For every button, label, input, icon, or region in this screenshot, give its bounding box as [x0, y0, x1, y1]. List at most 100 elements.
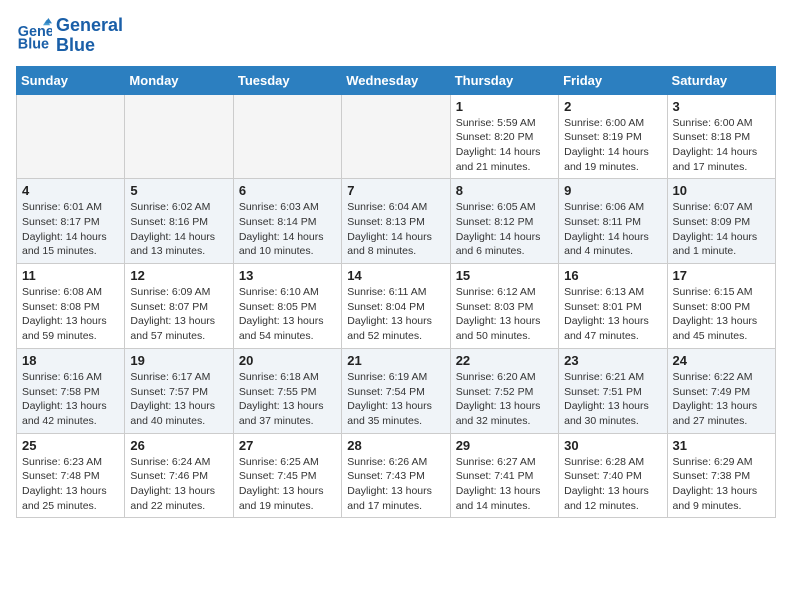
day-info: Sunrise: 6:15 AMSunset: 8:00 PMDaylight:… — [673, 285, 770, 344]
calendar-cell: 1Sunrise: 5:59 AMSunset: 8:20 PMDaylight… — [450, 94, 558, 179]
day-info: Sunrise: 6:19 AMSunset: 7:54 PMDaylight:… — [347, 370, 444, 429]
day-number: 30 — [564, 438, 661, 453]
calendar-cell: 25Sunrise: 6:23 AMSunset: 7:48 PMDayligh… — [17, 433, 125, 518]
day-number: 14 — [347, 268, 444, 283]
calendar-cell: 2Sunrise: 6:00 AMSunset: 8:19 PMDaylight… — [559, 94, 667, 179]
calendar-cell: 22 Sunrise: 6:20 AMSunset: 7:52 PMDayligh… — [450, 348, 558, 433]
day-number: 4 — [22, 183, 119, 198]
calendar-cell: 24Sunrise: 6:22 AMSunset: 7:49 PMDayligh… — [667, 348, 775, 433]
calendar-cell: 10 Sunrise: 6:07 AMSunset: 8:09 PMDayligh… — [667, 179, 775, 264]
day-number: 8 — [456, 183, 553, 198]
day-number: 9 — [564, 183, 661, 198]
day-info: Sunrise: 6:09 AMSunset: 8:07 PMDaylight:… — [130, 285, 227, 344]
day-number: 18 — [22, 353, 119, 368]
day-info: Sunrise: 6:27 AMSunset: 7:41 PMDaylight:… — [456, 455, 553, 514]
day-number: 13 — [239, 268, 336, 283]
header: General Blue General Blue — [16, 16, 776, 56]
day-info: Sunrise: 6:03 AMSunset: 8:14 PMDaylight:… — [239, 200, 336, 259]
day-info: Sunrise: 6:07 AMSunset: 8:09 PMDaylight:… — [673, 200, 770, 259]
calendar-week-row: 4 Sunrise: 6:01 AMSunset: 8:17 PMDaylight… — [17, 179, 776, 264]
day-number: 10 — [673, 183, 770, 198]
calendar-cell: 4 Sunrise: 6:01 AMSunset: 8:17 PMDaylight… — [17, 179, 125, 264]
calendar-cell: 29 Sunrise: 6:27 AMSunset: 7:41 PMDayligh… — [450, 433, 558, 518]
calendar-cell — [342, 94, 450, 179]
day-info: Sunrise: 6:05 AMSunset: 8:12 PMDaylight:… — [456, 200, 553, 259]
day-info: Sunrise: 6:00 AMSunset: 8:18 PMDaylight:… — [673, 116, 770, 175]
day-number: 12 — [130, 268, 227, 283]
calendar-cell: 11 Sunrise: 6:08 AMSunset: 8:08 PMDayligh… — [17, 264, 125, 349]
day-info: Sunrise: 6:29 AMSunset: 7:38 PMDaylight:… — [673, 455, 770, 514]
day-number: 29 — [456, 438, 553, 453]
logo-wordmark: General Blue — [56, 16, 123, 56]
day-number: 31 — [673, 438, 770, 453]
day-info: Sunrise: 6:13 AMSunset: 8:01 PMDaylight:… — [564, 285, 661, 344]
calendar-cell: 13Sunrise: 6:10 AMSunset: 8:05 PMDayligh… — [233, 264, 341, 349]
calendar-header-thursday: Thursday — [450, 66, 558, 94]
calendar-week-row: 11 Sunrise: 6:08 AMSunset: 8:08 PMDayligh… — [17, 264, 776, 349]
calendar-cell: 19 Sunrise: 6:17 AMSunset: 7:57 PMDayligh… — [125, 348, 233, 433]
day-number: 11 — [22, 268, 119, 283]
day-number: 23 — [564, 353, 661, 368]
calendar-cell: 31 Sunrise: 6:29 AMSunset: 7:38 PMDayligh… — [667, 433, 775, 518]
calendar-header-row: SundayMondayTuesdayWednesdayThursdayFrid… — [17, 66, 776, 94]
day-number: 6 — [239, 183, 336, 198]
calendar-header-wednesday: Wednesday — [342, 66, 450, 94]
calendar-cell: 6 Sunrise: 6:03 AMSunset: 8:14 PMDaylight… — [233, 179, 341, 264]
day-info: Sunrise: 6:04 AMSunset: 8:13 PMDaylight:… — [347, 200, 444, 259]
calendar-cell — [233, 94, 341, 179]
calendar-week-row: 25Sunrise: 6:23 AMSunset: 7:48 PMDayligh… — [17, 433, 776, 518]
calendar-cell: 17Sunrise: 6:15 AMSunset: 8:00 PMDayligh… — [667, 264, 775, 349]
day-info: Sunrise: 6:25 AMSunset: 7:45 PMDaylight:… — [239, 455, 336, 514]
calendar-header-friday: Friday — [559, 66, 667, 94]
calendar-cell: 26Sunrise: 6:24 AMSunset: 7:46 PMDayligh… — [125, 433, 233, 518]
calendar-cell — [125, 94, 233, 179]
logo-icon: General Blue — [16, 18, 52, 54]
day-number: 20 — [239, 353, 336, 368]
calendar-cell: 27 Sunrise: 6:25 AMSunset: 7:45 PMDayligh… — [233, 433, 341, 518]
calendar-cell — [17, 94, 125, 179]
day-info: Sunrise: 6:01 AMSunset: 8:17 PMDaylight:… — [22, 200, 119, 259]
day-number: 22 — [456, 353, 553, 368]
calendar-cell: 7 Sunrise: 6:04 AMSunset: 8:13 PMDaylight… — [342, 179, 450, 264]
day-info: Sunrise: 6:16 AMSunset: 7:58 PMDaylight:… — [22, 370, 119, 429]
day-info: Sunrise: 6:21 AMSunset: 7:51 PMDaylight:… — [564, 370, 661, 429]
calendar-week-row: 1Sunrise: 5:59 AMSunset: 8:20 PMDaylight… — [17, 94, 776, 179]
calendar-cell: 18 Sunrise: 6:16 AMSunset: 7:58 PMDayligh… — [17, 348, 125, 433]
calendar-cell: 30 Sunrise: 6:28 AMSunset: 7:40 PMDayligh… — [559, 433, 667, 518]
day-info: Sunrise: 6:08 AMSunset: 8:08 PMDaylight:… — [22, 285, 119, 344]
day-number: 3 — [673, 99, 770, 114]
day-info: Sunrise: 6:00 AMSunset: 8:19 PMDaylight:… — [564, 116, 661, 175]
day-number: 19 — [130, 353, 227, 368]
day-info: Sunrise: 6:20 AMSunset: 7:52 PMDaylight:… — [456, 370, 553, 429]
day-number: 27 — [239, 438, 336, 453]
day-info: Sunrise: 6:02 AMSunset: 8:16 PMDaylight:… — [130, 200, 227, 259]
day-number: 16 — [564, 268, 661, 283]
calendar-cell: 21 Sunrise: 6:19 AMSunset: 7:54 PMDayligh… — [342, 348, 450, 433]
day-info: Sunrise: 6:06 AMSunset: 8:11 PMDaylight:… — [564, 200, 661, 259]
day-number: 5 — [130, 183, 227, 198]
calendar-table: SundayMondayTuesdayWednesdayThursdayFrid… — [16, 66, 776, 519]
day-info: Sunrise: 6:26 AMSunset: 7:43 PMDaylight:… — [347, 455, 444, 514]
calendar-cell: 15Sunrise: 6:12 AMSunset: 8:03 PMDayligh… — [450, 264, 558, 349]
calendar-header-saturday: Saturday — [667, 66, 775, 94]
calendar-cell: 20 Sunrise: 6:18 AMSunset: 7:55 PMDayligh… — [233, 348, 341, 433]
day-info: Sunrise: 6:17 AMSunset: 7:57 PMDaylight:… — [130, 370, 227, 429]
calendar-cell: 12 Sunrise: 6:09 AMSunset: 8:07 PMDayligh… — [125, 264, 233, 349]
calendar-header-sunday: Sunday — [17, 66, 125, 94]
day-info: Sunrise: 6:28 AMSunset: 7:40 PMDaylight:… — [564, 455, 661, 514]
calendar-cell: 5 Sunrise: 6:02 AMSunset: 8:16 PMDaylight… — [125, 179, 233, 264]
day-info: Sunrise: 5:59 AMSunset: 8:20 PMDaylight:… — [456, 116, 553, 175]
svg-text:Blue: Blue — [18, 36, 49, 52]
calendar-cell: 9 Sunrise: 6:06 AMSunset: 8:11 PMDaylight… — [559, 179, 667, 264]
calendar-cell: 28 Sunrise: 6:26 AMSunset: 7:43 PMDayligh… — [342, 433, 450, 518]
day-number: 21 — [347, 353, 444, 368]
calendar-cell: 3 Sunrise: 6:00 AMSunset: 8:18 PMDaylight… — [667, 94, 775, 179]
day-number: 28 — [347, 438, 444, 453]
day-info: Sunrise: 6:18 AMSunset: 7:55 PMDaylight:… — [239, 370, 336, 429]
day-number: 26 — [130, 438, 227, 453]
calendar-cell: 16 Sunrise: 6:13 AMSunset: 8:01 PMDayligh… — [559, 264, 667, 349]
calendar-cell: 14Sunrise: 6:11 AMSunset: 8:04 PMDayligh… — [342, 264, 450, 349]
calendar-week-row: 18 Sunrise: 6:16 AMSunset: 7:58 PMDayligh… — [17, 348, 776, 433]
day-number: 7 — [347, 183, 444, 198]
day-number: 25 — [22, 438, 119, 453]
